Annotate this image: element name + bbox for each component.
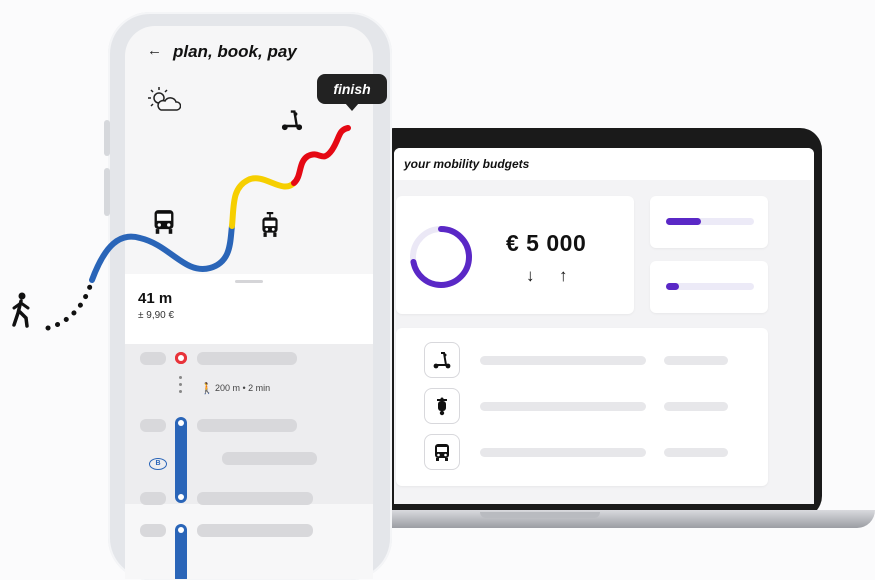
walking-person-icon bbox=[12, 292, 30, 328]
route-line bbox=[45, 125, 351, 331]
finish-tooltip-pointer bbox=[345, 103, 359, 111]
finish-tooltip: finish bbox=[317, 74, 387, 104]
